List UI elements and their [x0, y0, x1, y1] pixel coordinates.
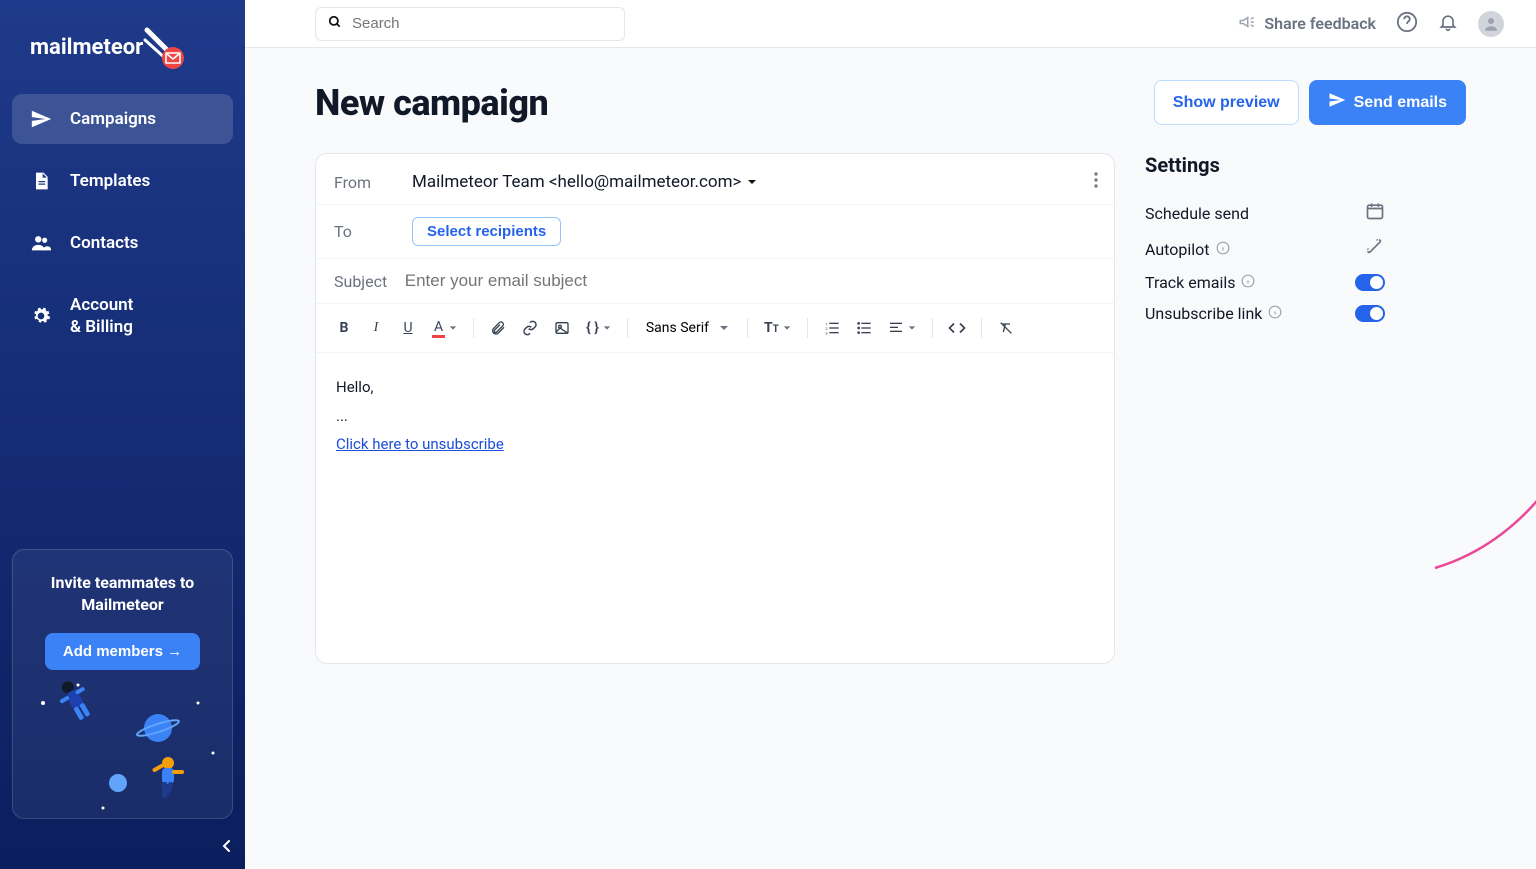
image-button[interactable]	[548, 314, 576, 342]
document-icon	[30, 170, 52, 192]
bold-button[interactable]: B	[330, 314, 358, 342]
track-emails-toggle[interactable]	[1355, 274, 1385, 291]
settings-title: Settings	[1145, 153, 1385, 177]
insert-variable-button[interactable]: { }	[580, 314, 617, 342]
invite-illustration	[13, 673, 233, 818]
subject-input[interactable]	[405, 271, 1096, 291]
invite-card-title: Invite teammates to Mailmeteor	[29, 572, 216, 617]
calendar-icon[interactable]	[1365, 201, 1385, 225]
magic-wand-icon[interactable]	[1365, 237, 1385, 261]
share-feedback-button[interactable]: Share feedback	[1238, 13, 1376, 35]
people-icon	[30, 232, 52, 254]
body-line: Hello,	[336, 373, 1094, 402]
select-recipients-button[interactable]: Select recipients	[412, 217, 561, 246]
align-button[interactable]	[882, 314, 922, 342]
sidebar-item-campaigns[interactable]: Campaigns	[12, 94, 233, 144]
content: New campaign Show preview Send emails Fr…	[245, 48, 1536, 869]
search-icon	[328, 14, 342, 33]
brand-logo[interactable]: mailmeteor	[0, 18, 245, 86]
unsubscribe-link[interactable]: Click here to unsubscribe	[336, 435, 504, 453]
text-color-button[interactable]: A	[426, 314, 463, 342]
sidebar-item-label: Templates	[70, 171, 150, 191]
unsubscribe-link-toggle[interactable]	[1355, 305, 1385, 322]
link-button[interactable]	[516, 314, 544, 342]
send-emails-button[interactable]: Send emails	[1309, 80, 1466, 125]
from-dropdown[interactable]: Mailmeteor Team <hello@mailmeteor.com>	[412, 172, 757, 192]
editor-toolbar: B I U A	[316, 304, 1114, 353]
unordered-list-button[interactable]	[850, 314, 878, 342]
send-icon	[30, 108, 52, 130]
italic-button[interactable]: I	[362, 314, 390, 342]
font-size-button[interactable]: TT	[758, 314, 797, 342]
collapse-sidebar-button[interactable]	[221, 833, 233, 857]
more-options-button[interactable]	[1094, 172, 1098, 192]
info-icon[interactable]	[1268, 304, 1282, 323]
to-label: To	[334, 222, 412, 241]
subject-label: Subject	[334, 272, 405, 291]
chevron-down-icon	[719, 323, 729, 333]
info-icon[interactable]	[1216, 240, 1230, 259]
sidebar-item-label: Account & Billing	[70, 294, 133, 338]
sidebar-nav: Campaigns Templates Contacts Account & B…	[0, 86, 245, 372]
sidebar-item-templates[interactable]: Templates	[12, 156, 233, 206]
sidebar-item-label: Contacts	[70, 233, 138, 253]
ordered-list-button[interactable]: 123	[818, 314, 846, 342]
topbar: Share feedback	[245, 0, 1536, 48]
sidebar-item-contacts[interactable]: Contacts	[12, 218, 233, 268]
send-icon	[1328, 91, 1346, 114]
body-line: ...	[336, 402, 1094, 431]
help-icon[interactable]	[1396, 11, 1418, 37]
meteor-icon	[143, 28, 181, 66]
setting-schedule-send[interactable]: Schedule send	[1145, 195, 1385, 231]
bell-icon[interactable]	[1438, 12, 1458, 36]
brand-name: mailmeteor	[30, 35, 143, 60]
attachment-button[interactable]	[484, 314, 512, 342]
email-editor-card: From Mailmeteor Team <hello@mailmeteor.c…	[315, 153, 1115, 664]
search-box[interactable]	[315, 7, 625, 41]
chevron-down-icon	[747, 177, 757, 187]
main: Share feedback New campaign Show preview	[245, 0, 1536, 869]
from-label: From	[334, 173, 412, 192]
feedback-label: Share feedback	[1264, 14, 1376, 33]
user-avatar[interactable]	[1478, 11, 1504, 37]
add-members-button[interactable]: Add members →	[45, 633, 200, 670]
code-button[interactable]	[943, 314, 971, 342]
editor-body[interactable]: Hello, ... Click here to unsubscribe	[316, 353, 1114, 663]
invite-teammates-card: Invite teammates to Mailmeteor Add membe…	[12, 549, 233, 819]
search-input[interactable]	[352, 15, 612, 32]
megaphone-icon	[1238, 13, 1256, 35]
setting-unsubscribe-link[interactable]: Unsubscribe link	[1145, 298, 1385, 329]
sidebar: mailmeteor Campaigns Templates	[0, 0, 245, 869]
settings-panel: Settings Schedule send Autopilot	[1145, 153, 1385, 664]
clear-formatting-button[interactable]	[992, 314, 1020, 342]
info-icon[interactable]	[1241, 273, 1255, 292]
underline-button[interactable]: U	[394, 314, 422, 342]
font-family-select[interactable]: Sans Serif	[638, 320, 737, 336]
gear-icon	[30, 305, 52, 327]
show-preview-button[interactable]: Show preview	[1154, 80, 1299, 125]
sidebar-item-account-billing[interactable]: Account & Billing	[12, 280, 233, 352]
setting-track-emails[interactable]: Track emails	[1145, 267, 1385, 298]
setting-autopilot[interactable]: Autopilot	[1145, 231, 1385, 267]
svg-text:3: 3	[825, 331, 827, 336]
page-title: New campaign	[315, 82, 548, 124]
sidebar-item-label: Campaigns	[70, 109, 156, 129]
